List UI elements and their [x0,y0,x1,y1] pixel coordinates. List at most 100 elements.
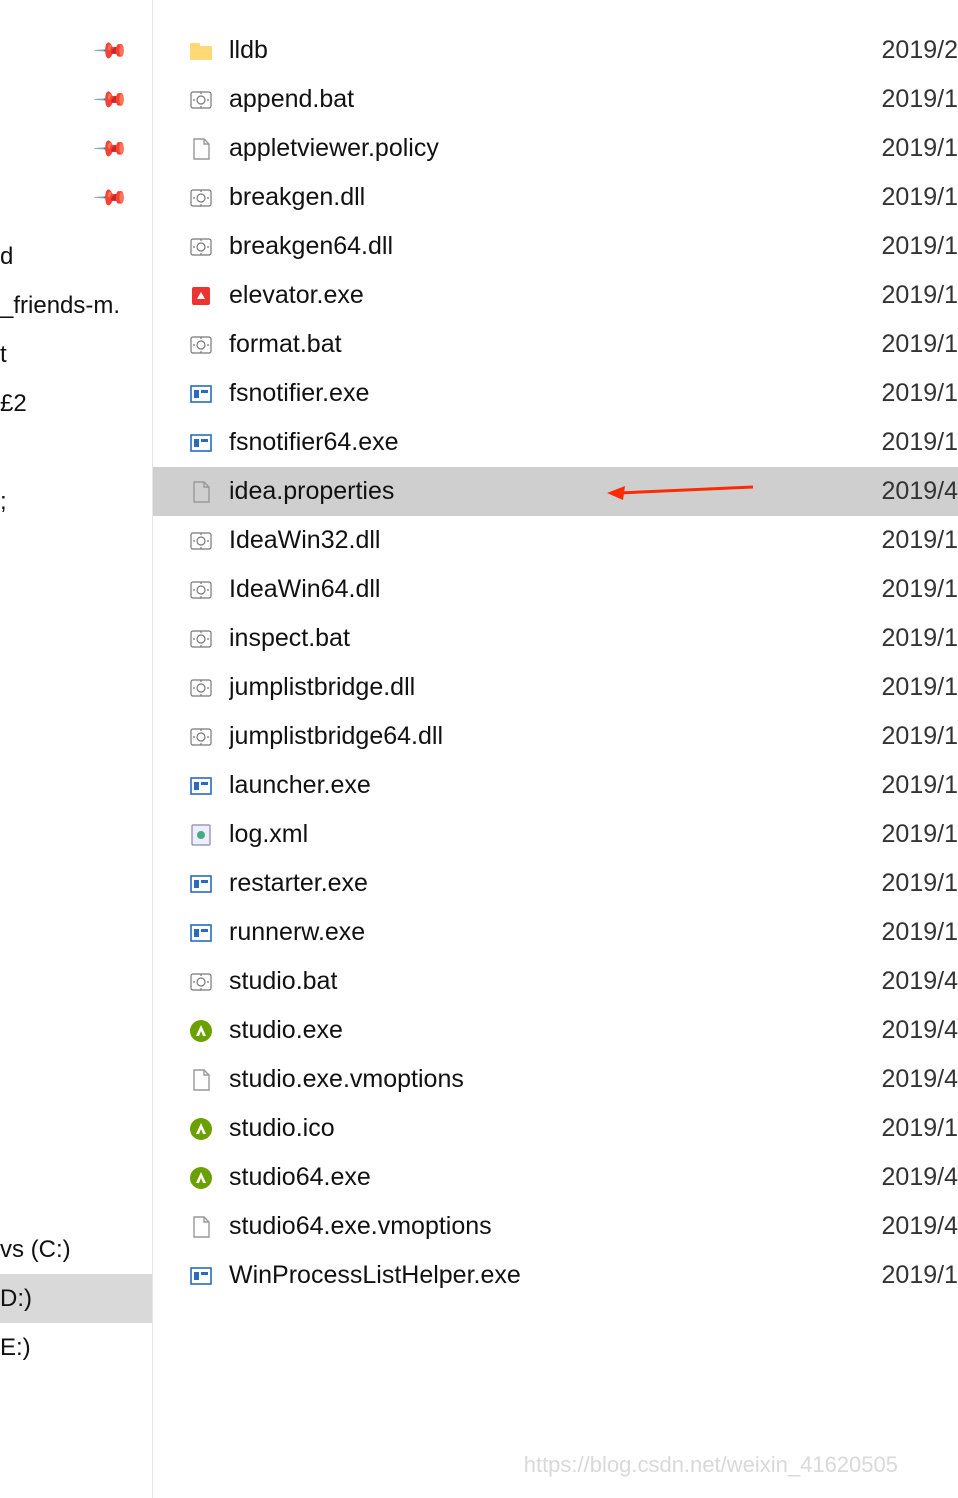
drive-item[interactable]: vs (C:) [0,1225,152,1274]
file-row[interactable]: IdeaWin32.dll2019/1 [153,516,958,565]
file-row[interactable]: studio.bat2019/4 [153,957,958,1006]
file-name: elevator.exe [229,281,868,310]
file-row[interactable]: jumplistbridge.dll2019/1 [153,663,958,712]
exe-icon [187,429,215,457]
file-name: WinProcessListHelper.exe [229,1261,868,1290]
file-name: breakgen.dll [229,183,868,212]
file-date: 2019/1 [868,722,958,751]
drive-item[interactable]: E:) [0,1323,152,1372]
studio-icon [187,1164,215,1192]
file-name: studio.exe.vmoptions [229,1065,868,1094]
pinned-item[interactable]: 📌 [0,75,152,124]
file-name: launcher.exe [229,771,868,800]
file-date: 2019/1 [868,820,958,849]
file-date: 2019/1 [868,526,958,555]
file-name: fsnotifier64.exe [229,428,868,457]
file-name: jumplistbridge.dll [229,673,868,702]
file-name: breakgen64.dll [229,232,868,261]
sidebar-item[interactable] [0,428,152,477]
file-row[interactable]: studio64.exe2019/4 [153,1153,958,1202]
file-row[interactable]: format.bat2019/1 [153,320,958,369]
file-row[interactable]: fsnotifier.exe2019/1 [153,369,958,418]
file-row[interactable]: jumplistbridge64.dll2019/1 [153,712,958,761]
file-date: 2019/1 [868,575,958,604]
file-date: 2019/1 [868,869,958,898]
file-row[interactable]: WinProcessListHelper.exe2019/1 [153,1251,958,1300]
file-name: runnerw.exe [229,918,868,947]
file-name: format.bat [229,330,868,359]
file-date: 2019/1 [868,771,958,800]
doc-icon [187,1066,215,1094]
file-name: append.bat [229,85,868,114]
file-date: 2019/1 [868,281,958,310]
pin-icon: 📌 [91,179,129,217]
pinned-item[interactable]: 📌 [0,124,152,173]
file-date: 2019/1 [868,428,958,457]
elev-icon [187,282,215,310]
file-date: 2019/1 [868,624,958,653]
studio-icon [187,1115,215,1143]
file-row[interactable]: studio.exe.vmoptions2019/4 [153,1055,958,1104]
file-date: 2019/1 [868,330,958,359]
file-row[interactable]: studio.exe2019/4 [153,1006,958,1055]
exe-icon [187,772,215,800]
exe-icon [187,870,215,898]
pin-icon: 📌 [91,130,129,168]
file-row[interactable]: restarter.exe2019/1 [153,859,958,908]
file-row[interactable]: studio.ico2019/1 [153,1104,958,1153]
file-date: 2019/4 [868,1016,958,1045]
drive-item[interactable]: D:) [0,1274,152,1323]
gear-icon [187,527,215,555]
file-name: IdeaWin64.dll [229,575,868,604]
gear-icon [187,576,215,604]
exe-icon [187,1262,215,1290]
doc-icon [187,1213,215,1241]
gear-icon [187,86,215,114]
studio-icon [187,1017,215,1045]
file-row[interactable]: append.bat2019/1 [153,75,958,124]
doc-icon [187,478,215,506]
pin-icon: 📌 [91,81,129,119]
file-name: studio.bat [229,967,868,996]
sidebar-item[interactable]: d [0,232,152,281]
file-name: restarter.exe [229,869,868,898]
file-row[interactable]: elevator.exe2019/1 [153,271,958,320]
file-row[interactable]: breakgen64.dll2019/1 [153,222,958,271]
file-row[interactable]: runnerw.exe2019/1 [153,908,958,957]
file-row[interactable]: fsnotifier64.exe2019/1 [153,418,958,467]
pinned-item[interactable]: 📌 [0,173,152,222]
sidebar-item[interactable]: t [0,330,152,379]
sidebar-item[interactable]: _friends-m. [0,281,152,330]
file-row[interactable]: launcher.exe2019/1 [153,761,958,810]
file-name: studio64.exe.vmoptions [229,1212,868,1241]
file-date: 2019/4 [868,967,958,996]
folder-icon [187,37,215,65]
file-date: 2019/1 [868,1114,958,1143]
file-date: 2019/1 [868,85,958,114]
file-name: jumplistbridge64.dll [229,722,868,751]
file-row[interactable]: appletviewer.policy2019/1 [153,124,958,173]
file-name: fsnotifier.exe [229,379,868,408]
pin-icon: 📌 [91,32,129,70]
file-row[interactable]: inspect.bat2019/1 [153,614,958,663]
file-row[interactable]: IdeaWin64.dll2019/1 [153,565,958,614]
file-date: 2019/4 [868,477,958,506]
file-row[interactable]: log.xml2019/1 [153,810,958,859]
file-date: 2019/1 [868,379,958,408]
sidebar-item[interactable]: ; [0,477,152,526]
gear-icon [187,233,215,261]
doc-icon [187,135,215,163]
file-name: lldb [229,36,868,65]
file-row[interactable]: breakgen.dll2019/1 [153,173,958,222]
file-date: 2019/1 [868,1261,958,1290]
xml-icon [187,821,215,849]
sidebar-item[interactable]: £2 [0,379,152,428]
file-date: 2019/1 [868,183,958,212]
file-row[interactable]: studio64.exe.vmoptions2019/4 [153,1202,958,1251]
file-row[interactable]: idea.properties2019/4 [153,467,958,516]
pinned-item[interactable]: 📌 [0,26,152,75]
file-row[interactable]: lldb2019/2 [153,26,958,75]
gear-icon [187,674,215,702]
file-date: 2019/1 [868,918,958,947]
file-name: studio.ico [229,1114,868,1143]
